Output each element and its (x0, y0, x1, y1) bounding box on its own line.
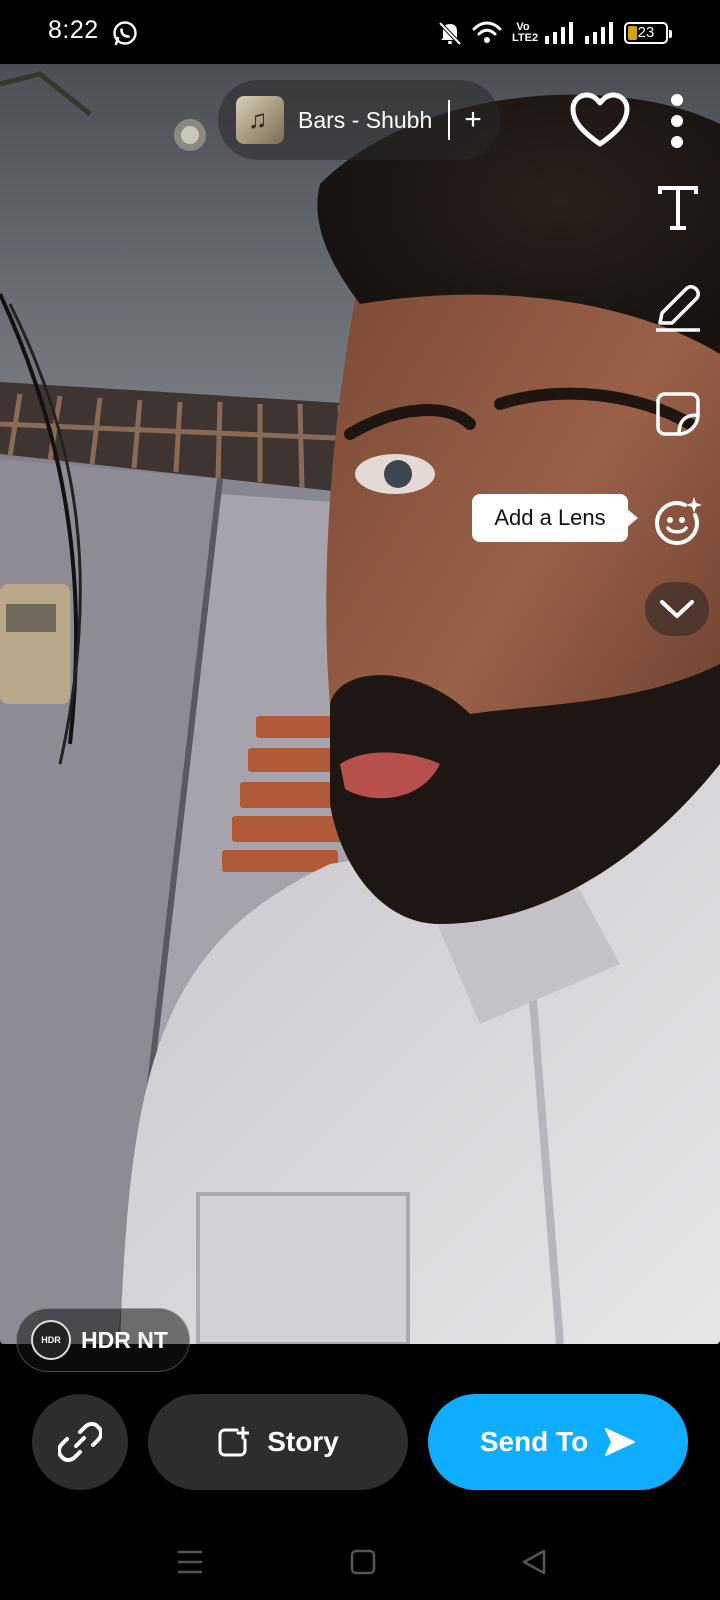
link-icon (58, 1422, 102, 1462)
heart-button[interactable] (568, 88, 632, 152)
album-art: ♫ (236, 96, 284, 144)
pencil-icon (656, 285, 700, 332)
mute-icon (438, 21, 462, 46)
volte-indicator: Vo LTE2 (512, 21, 539, 44)
more-tools-button[interactable] (645, 582, 709, 636)
lens-icon (654, 497, 702, 546)
menu-icon (178, 1550, 202, 1574)
story-label: Story (267, 1426, 339, 1457)
status-bar: 8:22 Vo LTE2 23 (0, 0, 720, 64)
add-music-button[interactable]: + (464, 105, 482, 135)
music-pill[interactable]: ♫ Bars - Shubh + (218, 80, 500, 160)
back-icon (522, 1549, 546, 1575)
status-time: 8:22 (48, 16, 99, 44)
text-icon (658, 186, 698, 230)
music-note-icon: ♫ (248, 104, 268, 134)
filter-chip[interactable]: HDR HDR NT (16, 1308, 190, 1372)
sticker-icon (656, 392, 700, 436)
back-button[interactable] (514, 1542, 554, 1582)
send-label: Send To (479, 1426, 589, 1457)
status-indicators: Vo LTE2 23 (438, 18, 672, 48)
more-icon (671, 94, 683, 148)
more-options-button[interactable] (660, 90, 694, 152)
battery-icon: 23 (624, 22, 672, 44)
add-lens-tooltip: Add a Lens (472, 494, 638, 542)
signal-icon-2 (585, 22, 613, 44)
home-icon (350, 1549, 376, 1575)
signal-icon (545, 22, 573, 44)
photo-preview (0, 64, 720, 1344)
music-title: Bars - Shubh (298, 106, 433, 133)
menu-button[interactable] (170, 1542, 210, 1582)
home-button[interactable] (343, 1542, 383, 1582)
send-arrow-icon (605, 1428, 636, 1456)
draw-tool-button[interactable] (650, 280, 706, 336)
lens-button[interactable] (648, 490, 708, 550)
music-divider (448, 100, 451, 140)
story-button[interactable]: Story (148, 1394, 408, 1490)
wifi-icon (472, 21, 502, 43)
filter-label: HDR NT (81, 1326, 168, 1353)
story-add-icon (218, 1426, 250, 1457)
attach-link-button[interactable] (32, 1394, 128, 1490)
text-tool-button[interactable] (650, 180, 706, 236)
chevron-down-icon (660, 600, 694, 618)
filter-badge: HDR (31, 1320, 71, 1360)
navigation-bar (0, 1520, 720, 1600)
whatsapp-icon (113, 21, 137, 46)
send-to-button[interactable]: Send To (428, 1394, 688, 1490)
heart-icon (570, 92, 630, 147)
sticker-tool-button[interactable] (650, 386, 706, 442)
battery-level: 23 (637, 24, 655, 41)
